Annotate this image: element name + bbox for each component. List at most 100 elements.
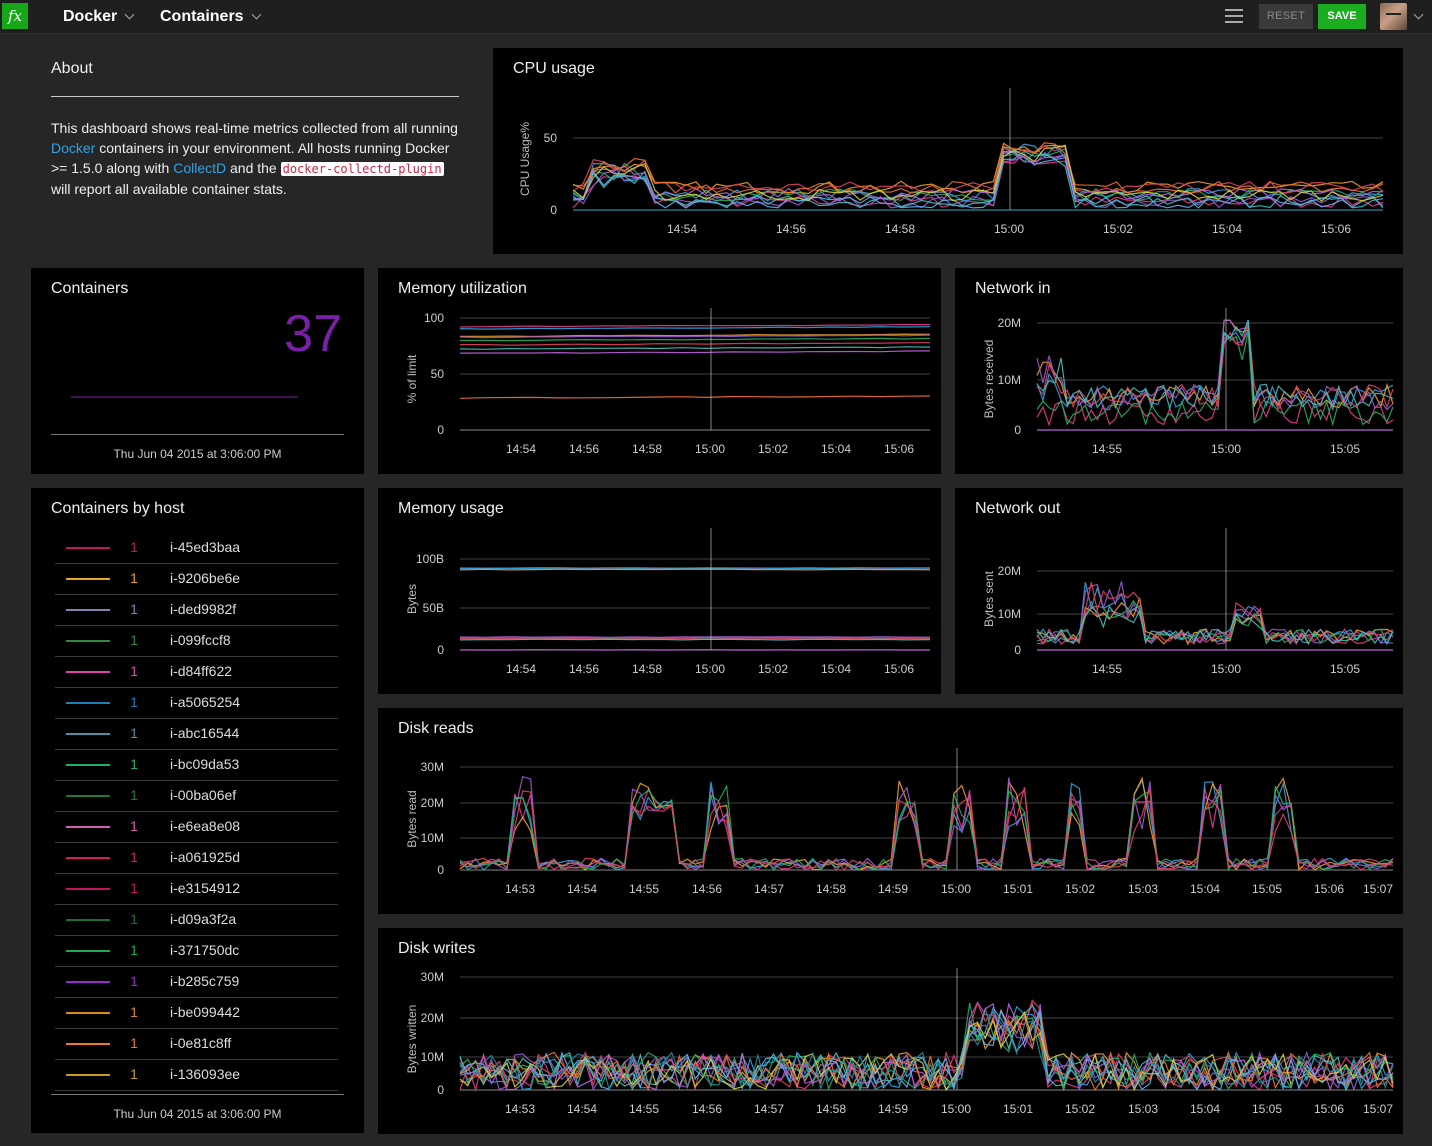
network-in-title: Network in: [975, 280, 1051, 297]
host-name: i-a061925d: [170, 849, 241, 865]
about-text-part: and the: [226, 160, 281, 176]
collectd-link[interactable]: CollectD: [173, 160, 226, 176]
y-axis-label: Bytes sent: [982, 570, 996, 627]
x-tick-label: 15:02: [1065, 882, 1095, 896]
host-container-count: 1: [130, 663, 138, 679]
y-tick-label: 20M: [998, 316, 1021, 330]
host-name: i-e6ea8e08: [170, 818, 241, 834]
app-logo[interactable]: fx: [2, 3, 28, 29]
x-tick-label: 15:00: [994, 222, 1024, 236]
host-row[interactable]: 1 i-0e81c8ff: [55, 1029, 338, 1060]
host-row[interactable]: 1 i-b285c759: [55, 967, 338, 998]
host-row[interactable]: 1 i-e6ea8e08: [55, 812, 338, 843]
x-tick-label: 15:02: [1103, 222, 1133, 236]
host-row[interactable]: 1 i-099fccf8: [55, 626, 338, 657]
memory-utilization-panel: Memory utilization 0 50 100 % of limit 14:54…: [378, 268, 941, 474]
divider: [51, 434, 344, 435]
series-line: [572, 143, 1384, 202]
host-row[interactable]: 1 i-abc16544: [55, 719, 338, 750]
host-row[interactable]: 1 i-136093ee: [55, 1060, 338, 1091]
x-tick-label: 15:06: [1321, 222, 1351, 236]
host-name: i-0e81c8ff: [170, 1035, 232, 1051]
reset-button[interactable]: RESET: [1259, 4, 1313, 29]
x-tick-label: 15:05: [1252, 1102, 1282, 1116]
host-row[interactable]: 1 i-371750dc: [55, 936, 338, 967]
series-line: [459, 787, 1394, 871]
host-name: i-ded9982f: [170, 601, 237, 617]
host-container-count: 1: [130, 818, 138, 834]
x-tick-label: 15:02: [1065, 1102, 1095, 1116]
host-name: i-a5065254: [170, 694, 241, 710]
y-tick-label: 0: [437, 643, 444, 657]
x-tick-label: 15:04: [821, 662, 851, 676]
x-tick-label: 14:58: [885, 222, 915, 236]
x-tick-label: 14:55: [1092, 442, 1122, 456]
x-tick-label: 15:07: [1363, 882, 1393, 896]
breadcrumb-containers[interactable]: Containers: [160, 0, 262, 34]
host-row[interactable]: 1 i-d09a3f2a: [55, 905, 338, 936]
host-container-count: 1: [130, 601, 138, 617]
docker-link[interactable]: Docker: [51, 140, 95, 156]
disk-reads-title: Disk reads: [398, 720, 474, 737]
x-tick-label: 15:05: [1330, 662, 1360, 676]
host-container-count: 1: [130, 694, 138, 710]
host-row[interactable]: 1 i-be099442: [55, 998, 338, 1029]
y-tick-label: 30M: [421, 760, 444, 774]
x-tick-label: 15:00: [695, 442, 725, 456]
chevron-down-icon[interactable]: [1413, 9, 1424, 20]
hamburger-menu-icon[interactable]: [1225, 9, 1243, 25]
x-tick-label: 14:55: [629, 1102, 659, 1116]
host-row[interactable]: 1 i-00ba06ef: [55, 781, 338, 812]
breadcrumb-docker[interactable]: Docker: [63, 0, 135, 34]
host-container-count: 1: [130, 849, 138, 865]
x-tick-label: 15:00: [941, 882, 971, 896]
series-line: [572, 148, 1384, 202]
memory-usage-title: Memory usage: [398, 500, 504, 517]
host-row[interactable]: 1 i-a061925d: [55, 843, 338, 874]
x-tick-label: 14:56: [776, 222, 806, 236]
x-tick-label: 15:06: [1314, 882, 1344, 896]
network-in-chart[interactable]: 0 10M 20MBytes received 14:55 15:00 15:05: [955, 268, 1403, 474]
disk-writes-chart[interactable]: 0 10M 20M 30M Bytes written 14:53 14:54 14:55 14…: [378, 928, 1403, 1134]
x-tick-label: 14:53: [505, 1102, 535, 1116]
memory-utilization-chart[interactable]: 0 50 100 % of limit 14:54 14:56 14:58 15:00 15:0…: [378, 268, 941, 474]
host-row[interactable]: 1 i-e3154912: [55, 874, 338, 905]
memory-utilization-title: Memory utilization: [398, 280, 527, 297]
disk-reads-chart[interactable]: 0 10M 20M 30M Bytes read 14:53 14:54 14:55 14:56…: [378, 708, 1403, 914]
network-out-chart[interactable]: 0 10M 20MBytes sent 14:55 15:00 15:05: [955, 488, 1403, 694]
plugin-code: docker-collectd-plugin: [280, 162, 444, 176]
x-tick-label: 15:01: [1003, 1102, 1033, 1116]
y-axis-label: Bytes written: [405, 1005, 419, 1074]
disk-writes-panel: Disk writes 0 10M 20M 30M Bytes written 14:53…: [378, 928, 1403, 1134]
host-color-swatch: [66, 609, 110, 611]
host-row[interactable]: 1 i-ded9982f: [55, 595, 338, 626]
cpu-usage-chart[interactable]: 0 50 CPU Usage% 14:54 14:56 14:58 15:00 15:02 15…: [493, 48, 1403, 254]
host-color-swatch: [66, 1074, 110, 1076]
host-row[interactable]: 1 i-d84ff622: [55, 657, 338, 688]
host-name: i-d09a3f2a: [170, 911, 237, 927]
y-tick-label: 50B: [423, 601, 444, 615]
breadcrumb-containers-label: Containers: [160, 8, 244, 25]
y-tick-label: 0: [437, 1083, 444, 1097]
avatar[interactable]: [1380, 3, 1407, 30]
cpu-usage-panel: CPU usage 0 50 CPU Usage% 14:54 14:56 14:58 15…: [493, 48, 1403, 254]
save-button[interactable]: SAVE: [1318, 4, 1366, 29]
memory-usage-chart[interactable]: 0 50B 100B Bytes 14:54 14:56 14:58 15:00 15:02 15…: [378, 488, 941, 694]
breadcrumb-docker-label: Docker: [63, 8, 118, 25]
host-container-count: 1: [130, 1066, 138, 1082]
host-row[interactable]: 1 i-a5065254: [55, 688, 338, 719]
host-row[interactable]: 1 i-45ed3baa: [55, 533, 338, 564]
network-out-panel: Network out 0 10M 20M Bytes sent 14:55 15:00 1…: [955, 488, 1403, 694]
host-row[interactable]: 1 i-bc09da53: [55, 750, 338, 781]
host-row[interactable]: 1 i-9206be6e: [55, 564, 338, 595]
host-container-count: 1: [130, 880, 138, 896]
x-tick-label: 15:06: [884, 662, 914, 676]
y-tick-label: 0: [550, 203, 557, 217]
y-tick-label: 50: [431, 367, 445, 381]
x-tick-label: 14:55: [629, 882, 659, 896]
series-line: [459, 346, 931, 350]
x-tick-label: 15:00: [941, 1102, 971, 1116]
host-color-swatch: [66, 919, 110, 921]
x-tick-label: 14:54: [506, 442, 536, 456]
host-container-count: 1: [130, 1035, 138, 1051]
